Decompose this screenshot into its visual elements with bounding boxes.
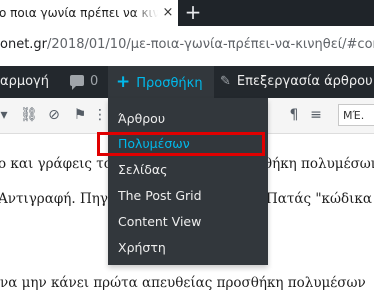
pencil-icon: ✎ xyxy=(220,74,231,89)
add-new-menu[interactable]: + Προσθήκη xyxy=(108,66,214,98)
more-icon[interactable]: ⋮ xyxy=(92,107,108,123)
menu-item-page[interactable]: Σελίδας xyxy=(118,162,168,177)
content-line-2-left: Αντιγραφή. Πηγα xyxy=(0,191,118,207)
close-icon[interactable]: × xyxy=(158,0,178,26)
content-line-2-right: Πατάς "κώδικα xyxy=(266,191,372,207)
flag-icon[interactable]: ⚑ xyxy=(72,107,88,123)
comments-link[interactable]: 0 xyxy=(70,66,98,98)
browser-tab-strip: ο ποια γωνία πρέπει να κινηθεί × + xyxy=(0,0,374,26)
plus-icon: + xyxy=(116,72,131,92)
menu-item-content-view[interactable]: Content View xyxy=(118,214,201,229)
edit-post-label: Επεξεργασία άρθρου xyxy=(236,74,373,89)
menu-item-post-grid[interactable]: The Post Grid xyxy=(118,188,202,203)
tab-title-fade xyxy=(132,0,158,26)
menu-item-user[interactable]: Χρήστη xyxy=(118,240,166,255)
content-line-1-right: θήκη πολυμέσων xyxy=(264,156,374,172)
content-line-2: Αντιγραφή. Πηγα Πατάς "κώδικα xyxy=(0,191,372,207)
admin-bar-app-link[interactable]: αρμογή xyxy=(0,66,49,98)
highlight-annotation xyxy=(97,132,265,156)
new-tab-icon[interactable]: + xyxy=(182,0,204,26)
wp-admin-bar: αρμογή 0 + Προσθήκη ✎ Επεξεργασία άρθρου xyxy=(0,66,374,98)
dropdown-arrow-icon[interactable]: ▾ xyxy=(0,107,12,123)
paragraph-icon[interactable]: ¶ xyxy=(286,107,302,123)
menu-item-post[interactable]: Άρθρου xyxy=(118,111,165,126)
url-path: /2018/01/10/με-ποια-γωνία-πρέπει-να-κινη… xyxy=(47,37,374,52)
comment-bubble-icon xyxy=(70,74,84,90)
link-icon[interactable]: ⛓ xyxy=(20,107,38,123)
edit-post-link[interactable]: ✎ Επεξεργασία άρθρου xyxy=(220,66,373,98)
address-bar[interactable]: onet.gr/2018/01/10/με-ποια-γωνία-πρέπει-… xyxy=(0,26,374,66)
format-select[interactable]: ΜΈ. xyxy=(338,104,374,126)
unlink-icon[interactable]: ⊘ xyxy=(46,107,62,123)
format-icon[interactable]: ≡ xyxy=(308,107,324,123)
browser-tab[interactable]: ο ποια γωνία πρέπει να κινηθεί × xyxy=(0,0,178,26)
url-text[interactable]: onet.gr/2018/01/10/με-ποια-γωνία-πρέπει-… xyxy=(0,37,374,52)
url-host: onet.gr xyxy=(0,37,48,52)
add-new-dropdown: Άρθρου Πολυμέσων Σελίδας The Post Grid C… xyxy=(108,98,268,265)
comments-count: 0 xyxy=(90,74,99,89)
content-line-1-left: ο και γράφεις το xyxy=(0,156,112,172)
content-line-3: να μην κάνει πρώτα απευθείας προσθήκη πο… xyxy=(0,275,366,291)
add-new-label: Προσθήκη xyxy=(136,76,203,91)
content-line-1: ο και γράφεις το θήκη πολυμέσων xyxy=(0,156,374,172)
